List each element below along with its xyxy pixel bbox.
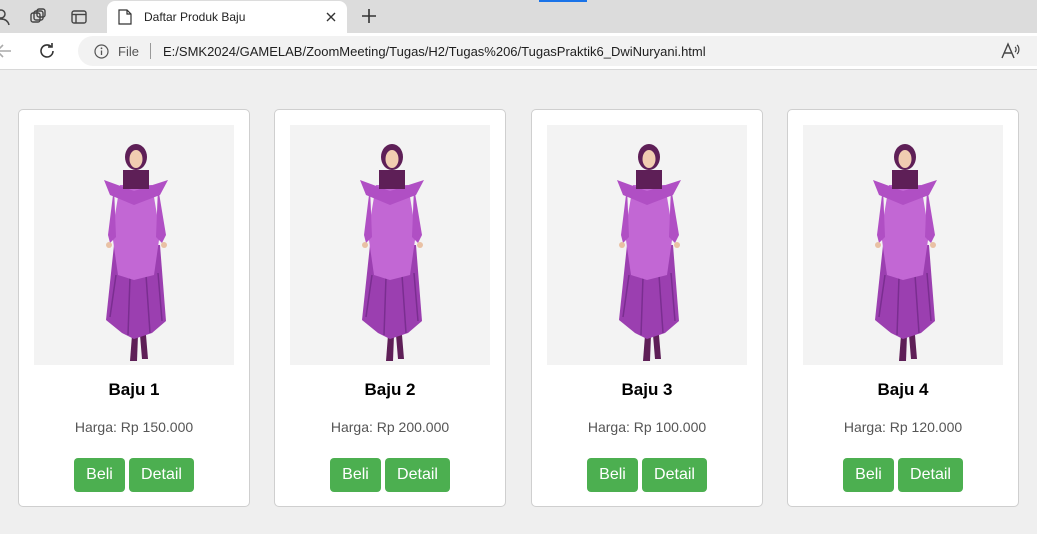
product-card: Baju 3 Harga: Rp 100.000 Beli Detail: [531, 109, 763, 507]
detail-button[interactable]: Detail: [642, 458, 707, 492]
info-icon[interactable]: [94, 44, 109, 59]
product-price: Harga: Rp 200.000: [330, 419, 450, 435]
product-actions: Beli Detail: [19, 458, 249, 492]
read-aloud-icon[interactable]: [1000, 41, 1022, 61]
product-card: Baju 2 Harga: Rp 200.000 Beli Detail: [274, 109, 506, 507]
buy-button[interactable]: Beli: [330, 458, 381, 492]
dress-illustration: [617, 144, 681, 361]
document-icon: [118, 9, 132, 25]
product-price: Harga: Rp 100.000: [587, 419, 707, 435]
product-actions: Beli Detail: [275, 458, 505, 492]
vertical-tabs-icon[interactable]: [68, 6, 90, 28]
tab-title: Daftar Produk Baju: [144, 10, 246, 24]
detail-button[interactable]: Detail: [898, 458, 963, 492]
detail-button[interactable]: Detail: [385, 458, 450, 492]
browser-tab-bar: Daftar Produk Baju: [0, 0, 1037, 33]
product-name: Baju 4: [877, 380, 929, 399]
product-card: Baju 1 Harga: Rp 150.000 Beli Detail: [18, 109, 250, 507]
product-card: Baju 4 Harga: Rp 120.000 Beli Detail: [787, 109, 1019, 507]
product-name: Baju 1: [108, 380, 160, 399]
product-image: [547, 125, 747, 365]
product-price: Harga: Rp 120.000: [843, 419, 963, 435]
back-arrow-icon[interactable]: [0, 41, 14, 61]
profile-icon[interactable]: [0, 6, 12, 28]
buy-button[interactable]: Beli: [74, 458, 125, 492]
address-separator: [150, 43, 151, 59]
file-label: File: [118, 44, 139, 59]
buy-button[interactable]: Beli: [843, 458, 894, 492]
product-actions: Beli Detail: [532, 458, 762, 492]
product-list: Baju 1 Harga: Rp 150.000 Beli Detail Baj…: [0, 71, 1037, 534]
dress-illustration: [360, 144, 424, 361]
tab-active[interactable]: Daftar Produk Baju: [107, 1, 347, 33]
reload-icon[interactable]: [37, 41, 57, 61]
browser-toolbar: File E:/SMK2024/GAMELAB/ZoomMeeting/Tuga…: [0, 33, 1037, 70]
buy-button[interactable]: Beli: [587, 458, 638, 492]
detail-button[interactable]: Detail: [129, 458, 194, 492]
product-name: Baju 2: [364, 380, 416, 399]
product-actions: Beli Detail: [788, 458, 1018, 492]
plus-icon: [362, 9, 376, 23]
product-image: [803, 125, 1003, 365]
product-image: [290, 125, 490, 365]
url-text[interactable]: E:/SMK2024/GAMELAB/ZoomMeeting/Tugas/H2/…: [163, 44, 706, 59]
close-tab-icon[interactable]: [321, 7, 341, 27]
product-name: Baju 3: [621, 380, 673, 399]
loading-indicator: [539, 0, 587, 2]
workspaces-icon[interactable]: [27, 6, 49, 28]
dress-illustration: [104, 144, 168, 361]
product-price: Harga: Rp 150.000: [74, 419, 194, 435]
product-image: [34, 125, 234, 365]
new-tab-button[interactable]: [358, 5, 380, 27]
dress-illustration: [873, 144, 937, 361]
address-bar[interactable]: File E:/SMK2024/GAMELAB/ZoomMeeting/Tuga…: [78, 36, 1037, 66]
